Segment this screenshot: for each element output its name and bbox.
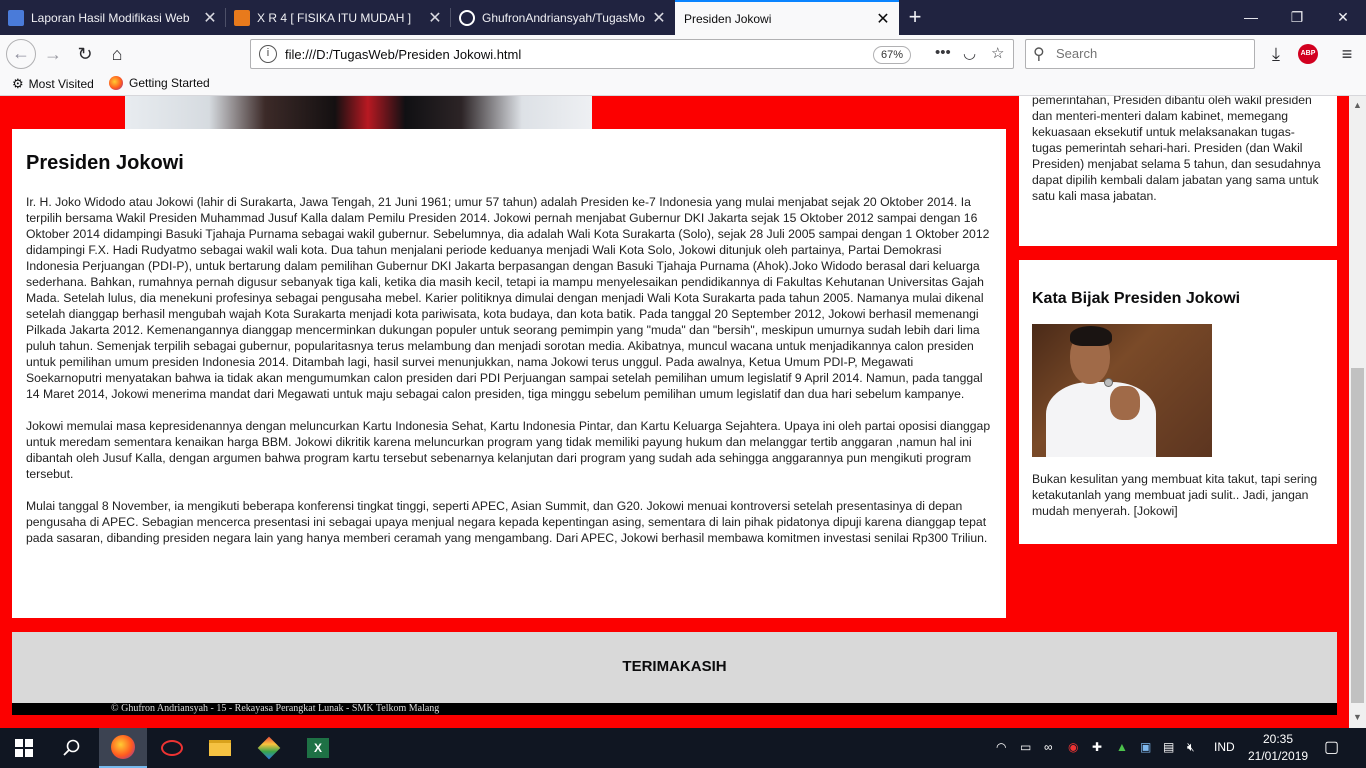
app-tray-icon[interactable]: ◉ bbox=[1068, 740, 1078, 754]
window-close-icon[interactable]: ✕ bbox=[1320, 0, 1366, 35]
page-title: Presiden Jokowi bbox=[26, 152, 184, 174]
bookmark-label: Most Visited bbox=[28, 77, 94, 91]
nav-bar: ← → ↻ ⌂ i file:///D:/TugasWeb/Presiden J… bbox=[0, 35, 1366, 72]
article-paragraph: Jokowi memulai masa kepresidenannya deng… bbox=[26, 419, 991, 481]
tab-github[interactable]: GhufronAndriansyah/TugasMo ✕ bbox=[451, 0, 675, 35]
clock[interactable]: 20:35 21/01/2019 bbox=[1248, 731, 1308, 765]
windows-start-icon[interactable] bbox=[0, 728, 48, 768]
home-button[interactable]: ⌂ bbox=[102, 39, 132, 69]
bookmark-most-visited[interactable]: ⚙ Most Visited bbox=[12, 76, 94, 92]
page-viewport: Presiden Jokowi Ir. H. Joko Widodo atau … bbox=[0, 96, 1349, 728]
github-icon bbox=[459, 9, 475, 26]
scroll-down-icon[interactable]: ▼ bbox=[1349, 712, 1366, 722]
sidebar-text: pemerintahan, Presiden dibantu oleh waki… bbox=[1032, 96, 1321, 203]
firefox-icon bbox=[109, 76, 123, 90]
footer: TERIMAKASIH bbox=[12, 632, 1337, 703]
notification-icon[interactable]: ▢ bbox=[1324, 737, 1339, 757]
adblock-icon[interactable]: ABP bbox=[1298, 44, 1318, 64]
info-icon[interactable]: i bbox=[259, 45, 277, 63]
gear-icon: ⚙ bbox=[12, 76, 24, 91]
tab-fisika[interactable]: X R 4 [ FISIKA ITU MUDAH ] ✕ bbox=[226, 0, 451, 35]
search-box[interactable]: ⚲ bbox=[1025, 39, 1255, 69]
firefox-taskbar-icon[interactable] bbox=[99, 728, 147, 768]
tab-laporan[interactable]: Laporan Hasil Modifikasi Web ✕ bbox=[0, 0, 226, 35]
scroll-up-icon[interactable]: ▲ bbox=[1349, 100, 1366, 110]
tab-strip: Laporan Hasil Modifikasi Web ✕ X R 4 [ F… bbox=[0, 0, 1366, 35]
restore-icon[interactable]: ❐ bbox=[1274, 0, 1320, 35]
bookmark-star-icon[interactable]: ☆ bbox=[991, 44, 1004, 62]
quote-text: Bukan kesulitan yang membuat kita takut,… bbox=[1032, 472, 1318, 518]
microphone-icon bbox=[1104, 378, 1113, 387]
taskbar: X ◠ ▭ ∞ ◉ ✚ ▲ ▣ ▤ 🔇︎ IND 20:35 21/01/201… bbox=[0, 728, 1366, 768]
shield-icon[interactable]: ✚ bbox=[1092, 740, 1102, 754]
footer-thanks: TERIMAKASIH bbox=[622, 658, 727, 675]
download-icon[interactable]: ⤓ bbox=[1261, 39, 1291, 69]
reload-button[interactable]: ↻ bbox=[70, 39, 100, 69]
url-bar[interactable]: i file:///D:/TugasWeb/Presiden Jokowi.ht… bbox=[250, 39, 1014, 69]
network-icon[interactable]: ∞ bbox=[1044, 740, 1053, 754]
excel-icon[interactable]: X bbox=[294, 728, 342, 768]
copyright-bar: © Ghufron Andriansyah - 15 - Rekayasa Pe… bbox=[12, 703, 1337, 715]
search-icon: ⚲ bbox=[1033, 46, 1045, 63]
app-icon[interactable] bbox=[148, 728, 196, 768]
close-icon[interactable]: ✕ bbox=[873, 9, 893, 29]
tab-presiden-jokowi[interactable]: Presiden Jokowi ✕ bbox=[675, 0, 899, 35]
close-icon[interactable]: ✕ bbox=[649, 8, 669, 28]
main-content: Presiden Jokowi Ir. H. Joko Widodo atau … bbox=[12, 129, 1006, 618]
bookmarks-toolbar: ⚙ Most Visited Getting Started bbox=[0, 72, 1366, 96]
volume-mute-icon[interactable]: 🔇︎ bbox=[1187, 740, 1195, 755]
file-explorer-icon[interactable] bbox=[196, 728, 244, 768]
article-paragraph: Mulai tanggal 8 November, ia mengikuti b… bbox=[26, 499, 988, 545]
hero-image bbox=[125, 96, 592, 129]
language-indicator[interactable]: IND bbox=[1214, 740, 1235, 754]
git-icon[interactable] bbox=[245, 728, 293, 768]
close-icon[interactable]: ✕ bbox=[200, 8, 220, 28]
drive-icon[interactable]: ▲ bbox=[1116, 740, 1128, 754]
pocket-icon[interactable]: ◡ bbox=[963, 44, 976, 62]
quote-title: Kata Bijak Presiden Jokowi bbox=[1032, 290, 1241, 307]
bookmark-label: Getting Started bbox=[129, 76, 210, 90]
tab-title: Presiden Jokowi bbox=[684, 11, 772, 26]
page-actions-icon[interactable]: ••• bbox=[935, 44, 951, 61]
zoom-indicator[interactable]: 67% bbox=[873, 46, 911, 64]
search-icon[interactable] bbox=[48, 728, 96, 768]
clock-time: 20:35 bbox=[1262, 732, 1294, 746]
vertical-scrollbar[interactable]: ▲ ▼ bbox=[1349, 96, 1366, 728]
battery-icon[interactable]: ▭ bbox=[1020, 740, 1031, 754]
display-icon[interactable]: ▣ bbox=[1140, 740, 1151, 754]
copyright-text: © Ghufron Andriansyah - 15 - Rekayasa Pe… bbox=[111, 703, 440, 714]
wifi-icon[interactable]: ◠ bbox=[996, 740, 1006, 754]
forward-button[interactable]: → bbox=[38, 39, 68, 69]
menu-icon[interactable]: ≡ bbox=[1332, 39, 1362, 69]
sidebar-info-box: pemerintahan, Presiden dibantu oleh waki… bbox=[1019, 96, 1337, 246]
url-text[interactable]: file:///D:/TugasWeb/Presiden Jokowi.html bbox=[285, 47, 521, 62]
sidebar-quote-box: Kata Bijak Presiden Jokowi Bukan kesulit… bbox=[1019, 260, 1337, 544]
clock-date: 21/01/2019 bbox=[1248, 749, 1309, 763]
close-icon[interactable]: ✕ bbox=[425, 8, 445, 28]
tab-title: X R 4 [ FISIKA ITU MUDAH ] bbox=[257, 10, 412, 25]
search-input[interactable] bbox=[1056, 46, 1246, 61]
monitor-icon[interactable]: ▤ bbox=[1163, 740, 1174, 754]
doc-icon bbox=[8, 9, 24, 26]
bookmark-getting-started[interactable]: Getting Started bbox=[109, 76, 210, 90]
tab-title: GhufronAndriansyah/TugasMo bbox=[482, 10, 645, 25]
article-paragraph: Ir. H. Joko Widodo atau Jokowi (lahir di… bbox=[26, 195, 990, 401]
scrollbar-thumb[interactable] bbox=[1351, 368, 1364, 703]
minimize-icon[interactable]: — bbox=[1228, 0, 1274, 35]
tab-title: Laporan Hasil Modifikasi Web bbox=[31, 10, 190, 25]
slides-icon bbox=[234, 9, 250, 26]
jokowi-photo bbox=[1032, 324, 1212, 457]
new-tab-button[interactable]: + bbox=[901, 4, 929, 32]
back-button[interactable]: ← bbox=[6, 39, 36, 69]
